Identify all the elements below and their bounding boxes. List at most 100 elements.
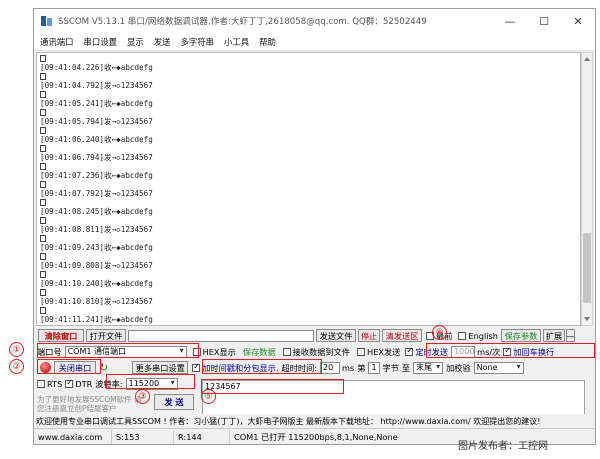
annotation-circle-4: ④ bbox=[432, 325, 447, 340]
menu-item-help[interactable]: 帮助 bbox=[259, 36, 276, 48]
log-line: [09:41:07.236]收←◆abcdefg bbox=[40, 171, 153, 180]
collapse-button[interactable]: — bbox=[565, 329, 575, 342]
watermark: 图片发布者：工控网 bbox=[458, 441, 548, 452]
log-line: [09:41:08.245]收←◆abcdefg bbox=[40, 207, 153, 216]
dtr-checkbox[interactable] bbox=[65, 378, 74, 388]
log-entry-direction: 发→◇ bbox=[104, 189, 121, 198]
english-label: English bbox=[468, 330, 498, 341]
scroll-thumb[interactable] bbox=[583, 233, 591, 303]
log-line bbox=[40, 126, 47, 135]
byte-input[interactable]: 1 bbox=[368, 361, 381, 374]
open-file-button[interactable]: 打开文件 bbox=[86, 329, 126, 342]
timed-send-checkbox[interactable] bbox=[405, 346, 414, 356]
log-entry-text: [09:41:08.811] bbox=[40, 225, 105, 234]
log-line bbox=[40, 90, 47, 99]
log-entry-direction: 发→◇ bbox=[104, 81, 121, 90]
clear-send-button[interactable]: 清发送区 bbox=[382, 329, 422, 342]
rts-checkbox[interactable] bbox=[37, 379, 45, 388]
log-entry-text: [09:41:06.240] bbox=[40, 135, 105, 144]
log-box-glyph bbox=[40, 235, 46, 242]
log-box-glyph bbox=[40, 325, 46, 326]
menu-item-port[interactable]: 通讯端口 bbox=[40, 36, 74, 48]
maximize-button[interactable]: ☐ bbox=[527, 9, 561, 33]
title-bar: SSCOM V5.13.1 串口/网络数据调试器,作者:大虾丁丁,2618058… bbox=[34, 9, 595, 33]
refresh-icon[interactable]: ↻ bbox=[99, 361, 108, 374]
minimize-button[interactable]: — bbox=[493, 9, 527, 33]
baud-label: 波特率: bbox=[95, 378, 123, 389]
save-data-button[interactable]: 保存数据 bbox=[243, 346, 276, 358]
interval-unit: ms/次 bbox=[477, 346, 501, 357]
hex-send-label: HEX发送 bbox=[367, 346, 401, 357]
status-website[interactable]: www.daxia.com bbox=[34, 429, 112, 444]
log-scrollbar[interactable] bbox=[581, 52, 593, 326]
menu-item-multi-string[interactable]: 多字符串 bbox=[181, 36, 215, 48]
log-box-glyph bbox=[40, 217, 46, 224]
log-line: [09:41:06.240]收←◆abcdefg bbox=[40, 135, 153, 144]
english-checkbox[interactable] bbox=[458, 331, 467, 340]
add-newline-checkbox[interactable] bbox=[503, 346, 512, 356]
save-params-button[interactable]: 保存参数 bbox=[500, 329, 541, 342]
dtr-label: DTR bbox=[75, 378, 93, 389]
status-recv-count: R:144 bbox=[174, 429, 230, 444]
clear-window-button[interactable]: 清除窗口 bbox=[38, 329, 84, 342]
log-entry-payload: 1234567 bbox=[120, 297, 153, 306]
menu-item-serial-settings[interactable]: 串口设置 bbox=[84, 36, 118, 48]
interval-input[interactable]: 1000 bbox=[451, 345, 476, 358]
menu-bar: 通讯端口 串口设置 显示 发送 多字符串 小工具 帮助 bbox=[34, 33, 595, 51]
log-entry-direction: 收←◆ bbox=[104, 135, 121, 144]
status-port-info: COM1 已打开 115200bps,8,1,None,None bbox=[234, 431, 398, 442]
menu-item-display[interactable]: 显示 bbox=[127, 36, 144, 48]
send-file-button[interactable]: 发送文件 bbox=[316, 329, 356, 342]
log-box-glyph bbox=[40, 145, 46, 152]
log-box-glyph bbox=[40, 127, 46, 134]
log-entry-text: [09:41:07.792] bbox=[40, 189, 105, 198]
log-line: [09:41:05.794]发→◇1234567 bbox=[40, 117, 153, 126]
close-port-button[interactable]: 关闭串口 bbox=[54, 361, 96, 374]
hex-send-checkbox[interactable] bbox=[357, 347, 365, 356]
send-textarea[interactable]: 1234567 bbox=[202, 380, 585, 418]
log-entry-text: [09:41:11.241] bbox=[40, 315, 105, 324]
log-entry-payload: 1234567 bbox=[120, 153, 153, 162]
log-line: [09:41:07.792]发→◇1234567 bbox=[40, 189, 153, 198]
close-button[interactable]: ✕ bbox=[561, 9, 595, 33]
to-label: 至 bbox=[401, 362, 411, 373]
expand-button[interactable]: 扩展 bbox=[542, 329, 565, 342]
stop-button[interactable]: 停止 bbox=[358, 329, 380, 342]
toolbar-row: 清除窗口 打开文件 发送文件 停止 清发送区 最前 English 保存参数 扩… bbox=[38, 328, 595, 343]
baud-select[interactable]: 115200 bbox=[125, 377, 178, 390]
log-box-glyph bbox=[40, 55, 46, 62]
byte-label: 第 bbox=[357, 362, 366, 373]
log-entry-direction: 收←◆ bbox=[104, 99, 121, 108]
more-settings-button[interactable]: 更多串口设置 bbox=[132, 361, 189, 374]
menu-item-tools[interactable]: 小工具 bbox=[224, 36, 249, 48]
log-entry-text: [09:41:05.241] bbox=[40, 99, 105, 108]
window-controls: — ☐ ✕ bbox=[493, 9, 595, 33]
scroll-up-icon[interactable] bbox=[584, 57, 590, 61]
log-line: [09:41:04.226]收←◆abcdefg bbox=[40, 63, 153, 72]
log-line: [09:41:04.792]发→◇1234567 bbox=[40, 81, 153, 90]
log-entry-direction: 发→◇ bbox=[104, 261, 121, 270]
timeout-input[interactable]: 20 bbox=[320, 361, 341, 374]
send-button[interactable]: 发 送 bbox=[154, 394, 194, 410]
log-entry-payload: abcdefg bbox=[120, 63, 153, 72]
log-entry-text: [09:41:05.794] bbox=[40, 117, 105, 126]
log-entry-text: [09:41:06.794] bbox=[40, 153, 105, 162]
open-port-row: 关闭串口 ↻ 更多串口设置 加时间戳和分包显示. 超时时间: 20 ms 第 1… bbox=[37, 360, 595, 375]
file-path-input[interactable] bbox=[128, 329, 314, 342]
scroll-down-icon[interactable] bbox=[584, 317, 590, 321]
menu-item-send[interactable]: 发送 bbox=[154, 36, 171, 48]
hex-display-checkbox[interactable] bbox=[192, 347, 201, 356]
port-select[interactable]: COM1 通信端口 bbox=[64, 345, 187, 358]
timestamp-checkbox[interactable] bbox=[192, 362, 201, 372]
end-select[interactable]: 末尾 bbox=[413, 361, 444, 374]
log-line bbox=[40, 288, 47, 297]
recv-to-file-checkbox[interactable] bbox=[282, 347, 291, 356]
log-line bbox=[40, 108, 47, 117]
log-entry-payload: 1234567 bbox=[120, 225, 153, 234]
receive-log[interactable]: [09:41:04.226]收←◆abcdefg [09:41:04.792]发→… bbox=[36, 52, 581, 326]
log-entry-payload: 1234567 bbox=[120, 189, 153, 198]
port-label: 端口号 bbox=[37, 346, 62, 357]
checksum-select[interactable]: None bbox=[473, 361, 524, 374]
log-line bbox=[40, 162, 47, 171]
log-line: [09:41:05.241]收←◆abcdefg bbox=[40, 99, 153, 108]
